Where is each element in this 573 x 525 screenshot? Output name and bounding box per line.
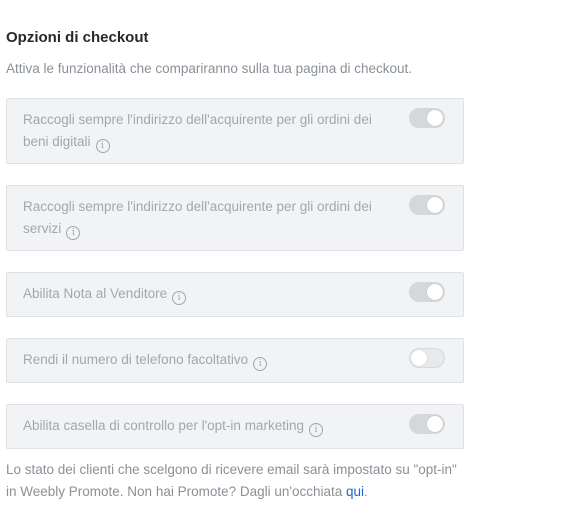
option-label: Raccogli sempre l'indirizzo dell'acquire… — [23, 196, 393, 240]
footnote-text: Lo stato dei clienti che scelgono di ric… — [6, 462, 457, 499]
toggle-switch-seller-note[interactable] — [409, 282, 445, 302]
footnote-end: . — [364, 484, 368, 499]
info-icon[interactable]: i — [253, 357, 268, 371]
toggle-knob — [427, 284, 443, 300]
option-card-marketing-opt-in: Abilita casella di controllo per l'opt-i… — [6, 404, 464, 449]
option-card-services-address: Raccogli sempre l'indirizzo dell'acquire… — [6, 185, 464, 251]
info-icon[interactable]: i — [95, 139, 110, 153]
option-card-digital-goods-address: Raccogli sempre l'indirizzo dell'acquire… — [6, 98, 464, 164]
info-icon[interactable]: i — [172, 291, 187, 305]
toggle-knob — [427, 110, 443, 126]
toggle-knob — [411, 350, 427, 366]
option-label: Raccogli sempre l'indirizzo dell'acquire… — [23, 109, 393, 153]
info-icon[interactable]: i — [308, 423, 323, 437]
info-icon[interactable]: i — [66, 226, 81, 240]
option-card-optional-phone: Rendi il numero di telefono facoltativo i — [6, 338, 464, 383]
toggle-switch-marketing-opt-in[interactable] — [409, 414, 445, 434]
option-label-text: Abilita Nota al Venditore — [23, 286, 168, 301]
option-label: Rendi il numero di telefono facoltativo i — [23, 349, 393, 371]
section-subtitle: Attiva le funzionalità che compariranno … — [6, 61, 412, 76]
toggle-knob — [427, 197, 443, 213]
toggle-switch-digital-goods-address[interactable] — [409, 108, 445, 128]
option-card-seller-note: Abilita Nota al Venditore i — [6, 272, 464, 317]
option-label: Abilita casella di controllo per l'opt-i… — [23, 415, 393, 437]
toggle-switch-optional-phone[interactable] — [409, 348, 445, 368]
section-title: Opzioni di checkout — [6, 29, 149, 46]
toggle-knob — [427, 416, 443, 432]
option-label: Abilita Nota al Venditore i — [23, 283, 393, 305]
option-label-text: Abilita casella di controllo per l'opt-i… — [23, 418, 304, 433]
footnote: Lo stato dei clienti che scelgono di ric… — [6, 459, 461, 503]
toggle-switch-services-address[interactable] — [409, 195, 445, 215]
option-label-text: Raccogli sempre l'indirizzo dell'acquire… — [23, 112, 372, 149]
promote-link[interactable]: qui — [346, 484, 364, 499]
option-label-text: Rendi il numero di telefono facoltativo — [23, 352, 249, 367]
